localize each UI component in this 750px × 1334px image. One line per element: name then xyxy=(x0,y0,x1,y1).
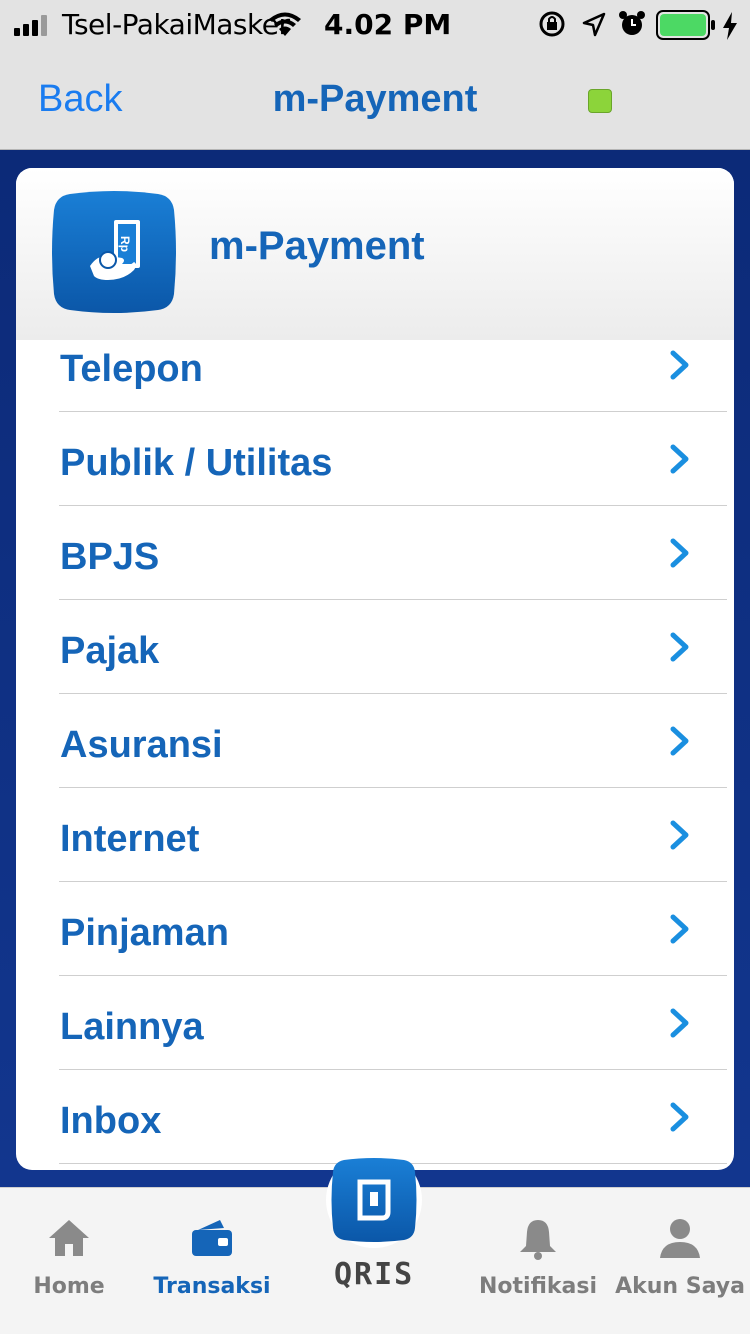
menu-item-telepon[interactable]: Telepon xyxy=(59,340,727,412)
status-indicator xyxy=(588,89,612,113)
menu-item-pajak[interactable]: Pajak xyxy=(59,600,727,694)
tab-home[interactable]: Home xyxy=(10,1188,128,1334)
menu-item-label: BPJS xyxy=(60,536,160,578)
location-icon xyxy=(582,12,606,37)
chevron-right-icon xyxy=(670,350,689,380)
alarm-icon xyxy=(619,11,645,35)
menu-item-inbox[interactable]: Inbox xyxy=(59,1070,727,1164)
rotation-lock-icon xyxy=(539,11,565,37)
menu-item-label: Pajak xyxy=(60,630,160,672)
chevron-right-icon xyxy=(670,538,689,568)
signal-icon xyxy=(14,15,47,36)
menu-item-pinjaman[interactable]: Pinjaman xyxy=(59,882,727,976)
card-title: m-Payment xyxy=(209,224,425,268)
wifi-icon xyxy=(269,12,301,36)
navigation-bar: Back m-Payment xyxy=(0,52,750,150)
wallet-icon xyxy=(192,1220,232,1256)
carrier-name: Tsel-PakaiMasker xyxy=(62,8,290,41)
menu-item-publik-utilitas[interactable]: Publik / Utilitas xyxy=(59,412,727,506)
tab-label: Transaksi xyxy=(153,1274,271,1299)
chevron-right-icon xyxy=(670,444,689,474)
user-icon xyxy=(660,1219,700,1258)
chevron-right-icon xyxy=(670,820,689,850)
tab-akun-saya[interactable]: Akun Saya xyxy=(614,1188,746,1334)
chevron-right-icon xyxy=(670,726,689,756)
tab-label: Notifikasi xyxy=(478,1274,597,1299)
card-header: Rp m-Payment xyxy=(16,168,734,340)
qris-button[interactable] xyxy=(326,1152,422,1248)
bell-icon xyxy=(520,1220,556,1260)
menu-item-label: Asuransi xyxy=(60,724,223,766)
chevron-right-icon xyxy=(670,1008,689,1038)
tab-notifikasi[interactable]: Notifikasi xyxy=(478,1188,598,1334)
svg-text:Rp: Rp xyxy=(118,236,132,252)
menu-item-label: Publik / Utilitas xyxy=(60,442,333,484)
menu-item-lainnya[interactable]: Lainnya xyxy=(59,976,727,1070)
charging-icon xyxy=(723,12,737,40)
battery-icon xyxy=(656,10,715,40)
page-title: m-Payment xyxy=(272,78,478,120)
tab-label: Akun Saya xyxy=(615,1274,745,1299)
payment-hand-rp-icon: Rp xyxy=(52,191,176,313)
menu-item-label: Lainnya xyxy=(60,1006,204,1048)
chevron-right-icon xyxy=(670,632,689,662)
qris-logo: QRIS xyxy=(334,1257,415,1292)
menu-item-label: Pinjaman xyxy=(60,912,229,954)
tab-label: Home xyxy=(33,1274,105,1299)
home-icon xyxy=(49,1220,89,1256)
menu-item-label: Telepon xyxy=(60,348,203,390)
menu-item-bpjs[interactable]: BPJS xyxy=(59,506,727,600)
menu-list: Telepon Publik / Utilitas BPJS Pajak Asu… xyxy=(16,340,734,1164)
status-bar: Tsel-PakaiMasker 4.02 PM xyxy=(0,0,750,52)
chevron-right-icon xyxy=(670,914,689,944)
menu-item-asuransi[interactable]: Asuransi xyxy=(59,694,727,788)
chevron-right-icon xyxy=(670,1102,689,1132)
clock-time: 4.02 PM xyxy=(324,8,452,41)
qris-icon xyxy=(331,1158,417,1242)
content-area: Rp m-Payment Telepon Publik / Utilitas B… xyxy=(0,151,750,1187)
payment-card: Rp m-Payment Telepon Publik / Utilitas B… xyxy=(16,168,734,1170)
menu-item-internet[interactable]: Internet xyxy=(59,788,727,882)
menu-item-label: Internet xyxy=(60,818,200,860)
menu-item-label: Inbox xyxy=(60,1100,162,1142)
tab-transaksi[interactable]: Transaksi xyxy=(148,1188,276,1334)
